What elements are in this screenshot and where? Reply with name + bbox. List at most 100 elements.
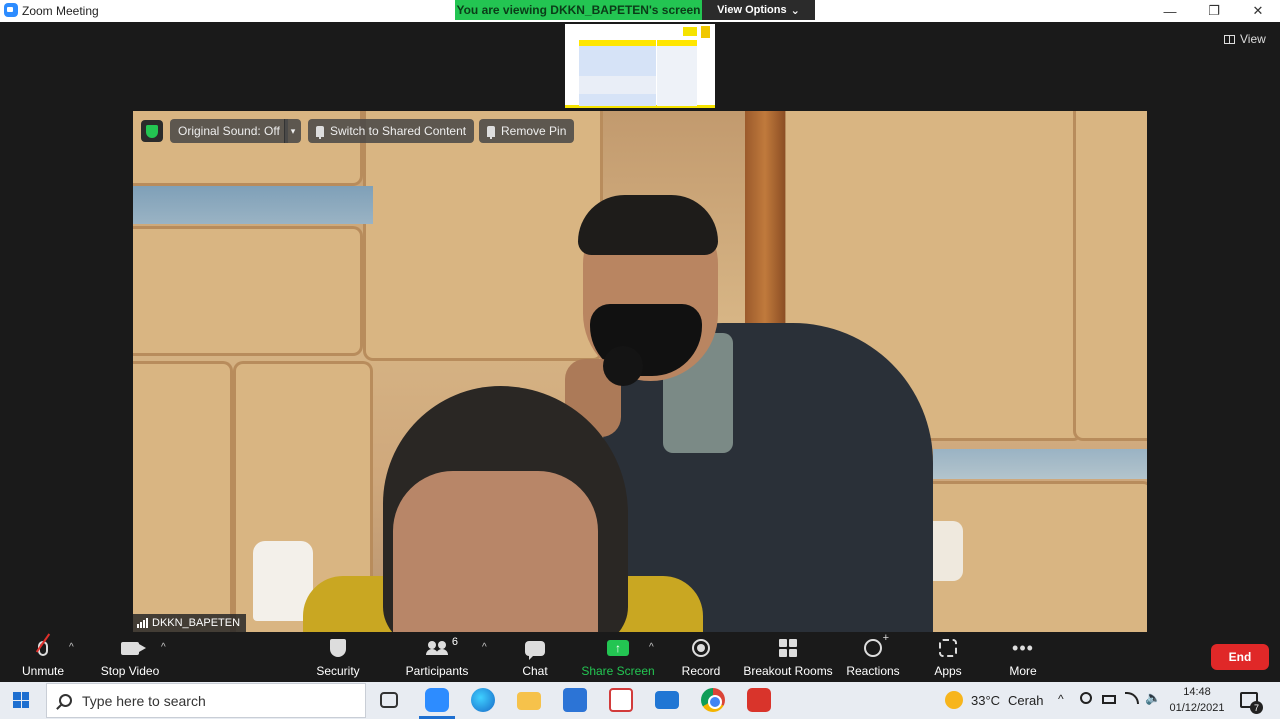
remove-pin-button[interactable]: Remove Pin (479, 119, 575, 143)
vivaldi-browser-icon[interactable] (747, 688, 771, 712)
switch-label: Switch to Shared Content (330, 124, 467, 138)
remove-pin-label: Remove Pin (501, 124, 567, 138)
more-dots-icon: ••• (1012, 638, 1034, 658)
gallery-view-icon (1224, 34, 1235, 44)
meeting-area: View Original Sound: Off ▾ Switch to Sha… (0, 22, 1280, 632)
slide-logo-icon (683, 27, 697, 36)
slide-table (579, 40, 697, 106)
shield-icon (330, 639, 346, 657)
windows-taskbar: Type here to search 33°C Cerah ^ 🔈 14:48… (0, 682, 1280, 719)
slide-emblem-icon (701, 26, 710, 38)
chevron-down-icon: ▾ (290, 125, 296, 136)
close-window-button[interactable]: ✕ (1236, 0, 1280, 22)
restore-button[interactable]: ❐ (1192, 0, 1236, 22)
security-button[interactable]: Security (315, 636, 361, 680)
handheld-microphone (603, 346, 643, 386)
search-placeholder: Type here to search (82, 692, 206, 709)
shield-check-icon (146, 124, 158, 138)
signal-strength-icon (137, 618, 148, 628)
unmute-button[interactable]: Unmute (20, 633, 66, 680)
people-icon (426, 641, 448, 655)
original-sound-label: Original Sound: Off (178, 124, 280, 138)
stop-video-button[interactable]: Stop Video (100, 636, 160, 680)
stop-video-label: Stop Video (100, 664, 160, 678)
speaker-hair (578, 195, 718, 255)
zoom-app-icon (4, 3, 18, 17)
breakout-rooms-button[interactable]: Breakout Rooms (743, 636, 833, 680)
security-label: Security (316, 664, 360, 678)
taskbar-search-box[interactable]: Type here to search (46, 683, 366, 718)
switch-to-shared-content-button[interactable]: Switch to Shared Content (308, 119, 475, 143)
record-button[interactable]: Record (681, 636, 721, 680)
end-meeting-button[interactable]: End (1211, 644, 1269, 670)
window-reflection (933, 449, 1147, 479)
original-sound-button[interactable]: Original Sound: Off (170, 119, 288, 143)
pin-icon (487, 125, 495, 139)
sun-icon (945, 691, 963, 709)
participants-options-caret[interactable]: ^ (482, 642, 487, 653)
pinned-video-feed[interactable]: Original Sound: Off ▾ Switch to Shared C… (133, 111, 1147, 632)
chevron-down-icon: ⌄ (790, 4, 800, 17)
view-options-label: View Options (717, 4, 787, 16)
meeting-toolbar: Unmute ^ Stop Video ^ Security 6 Partici… (0, 632, 1280, 682)
participants-label: Participants (405, 664, 469, 678)
video-camera-icon (121, 641, 146, 655)
participants-button[interactable]: 6 Participants (405, 636, 469, 680)
video-options-caret[interactable]: ^ (161, 642, 166, 653)
more-label: More (1009, 664, 1037, 678)
notification-count-badge: 7 (1250, 701, 1263, 714)
participant-name-tag: DKKN_BAPETEN (133, 614, 247, 632)
encryption-badge[interactable] (141, 120, 163, 142)
reactions-button[interactable]: Reactions (846, 632, 900, 680)
shared-screen-thumbnail[interactable] (565, 24, 715, 108)
tray-chevron-icon[interactable]: ^ (1058, 692, 1064, 706)
participant-name: DKKN_BAPETEN (152, 617, 241, 629)
task-view-icon[interactable] (380, 692, 398, 708)
weather-temperature: 33°C (971, 692, 1001, 708)
chat-label: Chat (522, 664, 548, 678)
unmute-label: Unmute (21, 664, 65, 678)
participants-count: 6 (451, 636, 458, 648)
foreground-face (393, 471, 598, 632)
battery-icon[interactable] (1102, 695, 1116, 704)
window-title: Zoom Meeting (22, 4, 99, 18)
share-options-caret[interactable]: ^ (649, 642, 654, 653)
chat-button[interactable]: Chat (515, 636, 555, 680)
viewing-screen-banner: You are viewing DKKN_BAPETEN's screen (455, 0, 702, 20)
apps-label: Apps (934, 664, 962, 678)
share-screen-label: Share Screen (581, 664, 655, 678)
view-label: View (1240, 32, 1266, 46)
windows-start-icon[interactable] (13, 692, 29, 708)
more-button[interactable]: ••• More (1005, 636, 1041, 680)
gift-app-icon[interactable] (609, 688, 633, 712)
share-screen-button[interactable]: ↑ Share Screen (581, 636, 655, 680)
taskbar-clock[interactable]: 14:48 01/12/2021 (1160, 684, 1234, 716)
clock-date: 01/12/2021 (1169, 702, 1225, 714)
zoom-taskbar-icon[interactable] (425, 688, 449, 712)
edge-browser-icon[interactable] (471, 688, 495, 712)
apps-button[interactable]: Apps (930, 636, 966, 680)
clock-time: 14:48 (1183, 686, 1211, 698)
view-button[interactable]: View (1224, 32, 1266, 46)
file-explorer-icon[interactable] (517, 692, 541, 710)
audio-options-caret[interactable]: ^ (69, 642, 74, 653)
volume-icon[interactable]: 🔈 (1145, 690, 1161, 706)
wall-panel (1073, 111, 1147, 441)
wall-panel (133, 226, 363, 356)
meet-now-icon[interactable] (1080, 692, 1092, 704)
weather-description: Cerah (1008, 692, 1044, 708)
pin-icon (316, 125, 324, 139)
emoji-icon (864, 632, 889, 657)
breakout-rooms-icon (779, 639, 797, 657)
mail-icon[interactable] (655, 691, 679, 709)
reactions-label: Reactions (846, 664, 900, 678)
chrome-browser-icon[interactable] (701, 688, 725, 712)
original-sound-options[interactable]: ▾ (284, 119, 301, 143)
microsoft-store-icon[interactable] (563, 688, 587, 712)
wifi-icon[interactable] (1125, 692, 1139, 704)
weather-widget[interactable]: 33°C Cerah (945, 691, 1043, 709)
wall-panel (133, 361, 233, 632)
view-options-button[interactable]: View Options ⌄ (702, 0, 815, 20)
record-label: Record (681, 664, 721, 678)
minimize-button[interactable]: — (1148, 0, 1192, 22)
